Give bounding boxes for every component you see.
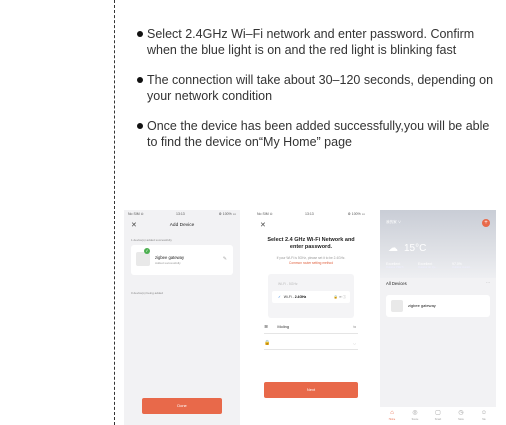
wifi-empty-row [272, 304, 350, 316]
switch-network-icon[interactable]: ⇆ [353, 320, 356, 334]
tab-smart[interactable]: ▢ Smart [429, 410, 447, 421]
instruction-text: Once the device has been added successfu… [147, 119, 490, 149]
scene-icon: ◎ [412, 410, 418, 416]
section-added-label: 1 device(s) added successfully [131, 238, 172, 242]
close-icon[interactable]: ✕ [260, 221, 266, 229]
bullet-dot-icon [137, 123, 143, 129]
phone-screenshot-wifi-setup: No SIM ⊙ 13:13 ⚙ 100% ▭ ✕ Select 2.4 GHz… [253, 210, 369, 425]
wifi-24g-band: 2.4GHz [294, 295, 307, 299]
weather-banner: 我的家 ∨ + ☁ 15°C Excellent Outdoor PM2.5 E… [380, 210, 496, 278]
bottom-tab-bar: ⌂ Home ◎ Scene ▢ Smart ◷ Store ☺ Me [380, 407, 496, 425]
metric-label: Outdoor Air Qu... [418, 266, 438, 269]
temperature: 15°C [404, 243, 427, 254]
device-card[interactable]: ✓ zigbee gateway Added successfully ✎ [131, 245, 233, 275]
status-bar: No SIM ⊙ 13:13 ⚙ 100% ▭ [253, 212, 369, 218]
device-image [136, 252, 150, 266]
instruction-list: Select 2.4GHz Wi–Fi network and enter pa… [137, 26, 502, 164]
tab-me[interactable]: ☺ Me [475, 410, 493, 421]
router-setting-link[interactable]: Common router setting method [289, 261, 333, 265]
status-time: 13:13 [305, 212, 314, 216]
status-carrier: No SIM ⊙ [257, 212, 273, 216]
tab-scene[interactable]: ◎ Scene [406, 410, 424, 421]
check-icon: ✓ [278, 295, 281, 299]
section-pending-label: 0 device(s) being added [131, 291, 164, 295]
status-bar: No SIM ⊙ 13:13 ⚙ 100% ▭ [124, 212, 240, 218]
add-device-button[interactable]: + [482, 219, 490, 227]
metric-air-quality: Excellent Outdoor Air Qu... [418, 262, 437, 269]
check-icon: ✓ [144, 248, 150, 254]
device-name: zigbee gateway [408, 303, 436, 308]
tab-label: Store [458, 418, 464, 421]
instruction-text: Select 2.4GHz Wi–Fi network and enter pa… [147, 27, 475, 57]
instruction-text: The connection will take about 30–120 se… [147, 73, 494, 103]
device-image [391, 300, 403, 312]
screen-title: Add Device [169, 223, 195, 228]
me-icon: ☺ [480, 410, 488, 416]
wifi-24g-row: ✓ Wi-Fi - 2.4GHz 🔒 ≋ ⓘ [272, 291, 350, 303]
password-field[interactable]: 🔒 ◡ [264, 336, 358, 350]
done-button[interactable]: Done [142, 398, 222, 414]
wifi-hint-text: If your Wi-Fi is 5GHz, please set it to … [276, 256, 346, 260]
lock-icon: 🔒 [264, 340, 271, 346]
status-battery: ⚙ 100% ▭ [218, 212, 236, 216]
more-icon[interactable]: ··· [486, 280, 490, 285]
tab-label: Smart [434, 418, 442, 421]
device-card[interactable]: zigbee gateway [386, 295, 490, 317]
home-selector[interactable]: 我的家 ∨ [386, 220, 401, 225]
status-carrier: No SIM ⊙ [128, 212, 144, 216]
next-button[interactable]: Next [264, 382, 358, 398]
eye-icon[interactable]: ◡ [353, 336, 356, 350]
status-time: 13:13 [176, 212, 185, 216]
tab-label: Me [482, 418, 486, 421]
network-name-field[interactable]: ≋ Moling ⇆ [264, 320, 358, 334]
instruction-item: Select 2.4GHz Wi–Fi network and enter pa… [137, 26, 502, 58]
tab-home[interactable]: ⌂ Home [383, 410, 401, 421]
lock-wifi-info-icon: 🔒 ≋ ⓘ [333, 295, 346, 299]
bullet-dot-icon [137, 31, 143, 37]
wifi-24g-prefix: Wi-Fi - [283, 295, 294, 299]
instruction-item: Once the device has been added successfu… [137, 118, 502, 150]
dashed-guide-line [114, 0, 115, 425]
phone-screenshot-add-device: No SIM ⊙ 13:13 ⚙ 100% ▭ ✕ Add Device 1 d… [124, 210, 240, 425]
device-name: zigbee gateway [155, 255, 185, 260]
tab-store[interactable]: ◷ Store [452, 410, 470, 421]
metric-label: Outdoor PM2.5 [386, 266, 404, 269]
instruction-item: The connection will take about 30–120 se… [137, 72, 502, 104]
tab-label: Scene [411, 418, 419, 421]
metric-pm25: Excellent Outdoor PM2.5 [386, 262, 404, 269]
wifi-5g-row: Wi-Fi - 5GHz [272, 278, 350, 290]
all-devices-tab[interactable]: All Devices [386, 281, 407, 286]
metric-label: Outdoor Humid... [452, 266, 472, 269]
smart-icon: ▢ [435, 410, 441, 416]
home-icon: ⌂ [390, 410, 394, 416]
network-name-value: Moling [277, 324, 290, 329]
wifi-illustration: Wi-Fi - 5GHz ✓ Wi-Fi - 2.4GHz 🔒 ≋ ⓘ [268, 274, 354, 318]
wifi-hint: If your Wi-Fi is 5GHz, please set it to … [261, 256, 361, 265]
store-icon: ◷ [458, 410, 464, 416]
wifi-heading: Select 2.4 GHz Wi-Fi Network and enter p… [267, 237, 355, 250]
bullet-dot-icon [137, 77, 143, 83]
tab-label: Home [388, 418, 396, 421]
wifi-5g-label: Wi-Fi - 5GHz [278, 282, 298, 286]
cloud-icon: ☁ [388, 243, 398, 254]
status-battery: ⚙ 100% ▭ [347, 212, 365, 216]
phone-screenshot-home: 我的家 ∨ + ☁ 15°C Excellent Outdoor PM2.5 E… [380, 210, 496, 425]
wifi-icon: ≋ [264, 324, 269, 330]
edit-icon[interactable]: ✎ [223, 256, 227, 262]
device-status: Added successfully [155, 261, 181, 265]
metric-humidity: 97.0% Outdoor Humid... [452, 262, 472, 269]
